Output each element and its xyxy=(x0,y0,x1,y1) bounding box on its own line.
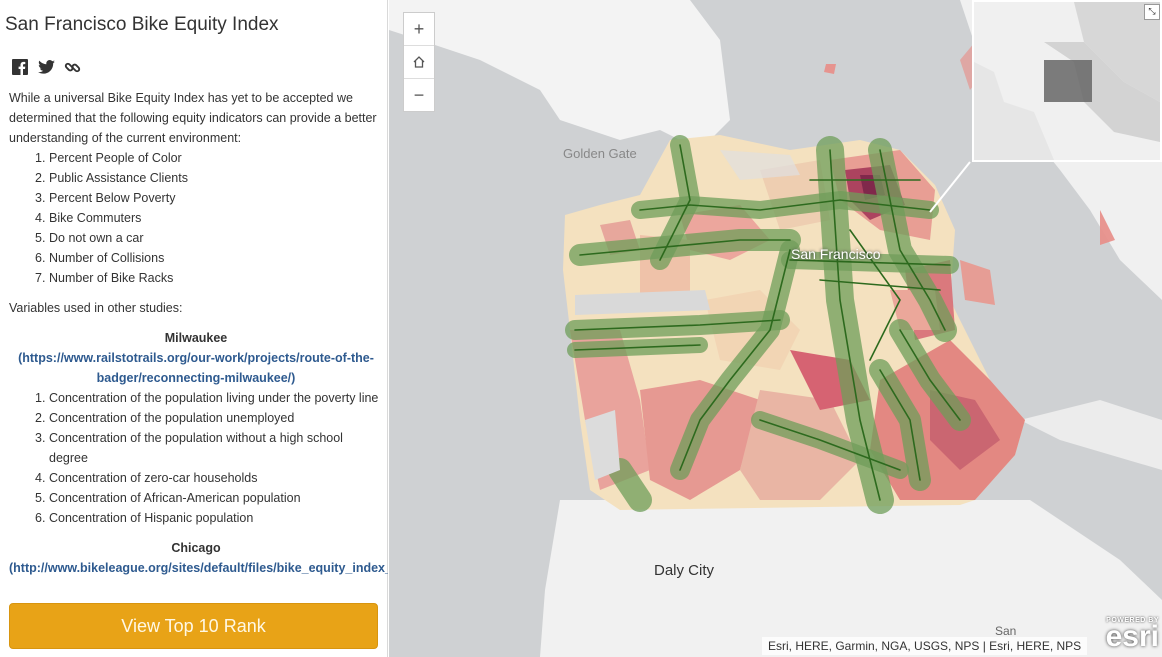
list-item: 1. Concentration of the population living… xyxy=(29,388,383,408)
home-icon xyxy=(413,56,425,68)
home-button[interactable] xyxy=(404,46,434,79)
list-number: 2. xyxy=(35,171,46,185)
list-text: Number of Collisions xyxy=(49,251,165,265)
list-number: 6. xyxy=(35,511,46,525)
label-daly-city: Daly City xyxy=(654,562,715,579)
link-icon[interactable] xyxy=(63,58,81,76)
list-item: 4. Bike Commuters xyxy=(29,208,383,228)
view-top-10-button[interactable]: View Top 10 Rank xyxy=(9,603,378,649)
list-number: 3. xyxy=(35,431,46,445)
story-content: While a universal Bike Equity Index has … xyxy=(9,88,388,578)
list-number: 2. xyxy=(35,411,46,425)
page-title: San Francisco Bike Equity Index xyxy=(5,14,279,35)
list-item: 5. Concentration of African-American popu… xyxy=(29,488,383,508)
indicator-list: 1. Percent People of Color 2. Public Assis… xyxy=(9,148,383,288)
list-item: 2. Public Assistance Clients xyxy=(29,168,383,188)
list-text: Bike Commuters xyxy=(49,211,142,225)
list-text: Concentration of zero-car households xyxy=(49,471,258,485)
list-number: 4. xyxy=(35,471,46,485)
list-text: Concentration of the population living u… xyxy=(49,391,379,405)
list-item: 2. Concentration of the population unempl… xyxy=(29,408,383,428)
list-text: Concentration of Hispanic population xyxy=(49,511,254,525)
list-number: 7. xyxy=(35,271,46,285)
label-san-francisco: San Francisco xyxy=(791,246,881,262)
list-item: 6. Concentration of Hispanic population xyxy=(29,508,383,528)
list-item: 1. Percent People of Color xyxy=(29,148,383,168)
chicago-heading: Chicago xyxy=(171,541,221,555)
milwaukee-link[interactable]: (https://www.railstotrails.org/our-work/… xyxy=(9,348,383,388)
list-number: 1. xyxy=(35,391,46,405)
list-number: 4. xyxy=(35,211,46,225)
list-item: 7. Number of Bike Racks xyxy=(29,268,383,288)
list-number: 1. xyxy=(35,151,46,165)
bay-shore xyxy=(1020,400,1162,470)
milwaukee-heading: Milwaukee xyxy=(164,331,228,345)
peninsula-land xyxy=(540,500,1162,657)
list-text: Percent People of Color xyxy=(49,151,182,165)
twitter-icon[interactable] xyxy=(37,58,55,76)
intro-text: While a universal Bike Equity Index has … xyxy=(9,91,377,145)
list-item: 5. Do not own a car xyxy=(29,228,383,248)
list-item: 4. Concentration of zero-car households xyxy=(29,468,383,488)
zoom-in-button[interactable]: + xyxy=(404,13,434,46)
list-text: Percent Below Poverty xyxy=(49,191,176,205)
list-number: 5. xyxy=(35,231,46,245)
milwaukee-list: 1. Concentration of the population living… xyxy=(9,388,383,528)
list-item: 3. Percent Below Poverty xyxy=(29,188,383,208)
other-studies-heading: Variables used in other studies: xyxy=(9,301,183,315)
list-item: 6. Number of Collisions xyxy=(29,248,383,268)
panel-scroll-area[interactable]: San Francisco Bike Equity Index While a … xyxy=(0,0,388,596)
esri-wordmark: esri xyxy=(1105,620,1159,653)
list-number: 5. xyxy=(35,491,46,505)
overview-extent xyxy=(1044,60,1092,102)
map-attribution: Esri, HERE, Garmin, NGA, USGS, NPS | Esr… xyxy=(762,637,1088,655)
list-text: Number of Bike Racks xyxy=(49,271,174,285)
list-number: 6. xyxy=(35,251,46,265)
list-text: Concentration of the population unemploy… xyxy=(49,411,295,425)
list-number: 3. xyxy=(35,191,46,205)
story-panel: San Francisco Bike Equity Index While a … xyxy=(0,0,388,657)
overview-toggle-icon[interactable]: ⤡ xyxy=(1144,4,1160,20)
label-san: San xyxy=(995,624,1017,638)
list-item: 3. Concentration of the population withou… xyxy=(29,428,383,468)
facebook-icon[interactable] xyxy=(11,58,29,76)
overview-connector xyxy=(929,161,971,213)
esri-logo: POWERED BY esri xyxy=(1097,617,1159,653)
marin-land xyxy=(389,0,730,150)
chicago-link[interactable]: (http://www.bikeleague.org/sites/default… xyxy=(9,558,388,578)
zoom-control: + − xyxy=(403,12,435,112)
zoom-out-button[interactable]: − xyxy=(404,79,434,111)
social-share-bar xyxy=(11,58,81,76)
list-text: Concentration of African-American popula… xyxy=(49,491,301,505)
overview-map[interactable] xyxy=(972,0,1162,162)
list-text: Concentration of the population without … xyxy=(49,431,343,465)
list-text: Do not own a car xyxy=(49,231,144,245)
label-golden-gate: Golden Gate xyxy=(563,146,637,161)
list-text: Public Assistance Clients xyxy=(49,171,188,185)
